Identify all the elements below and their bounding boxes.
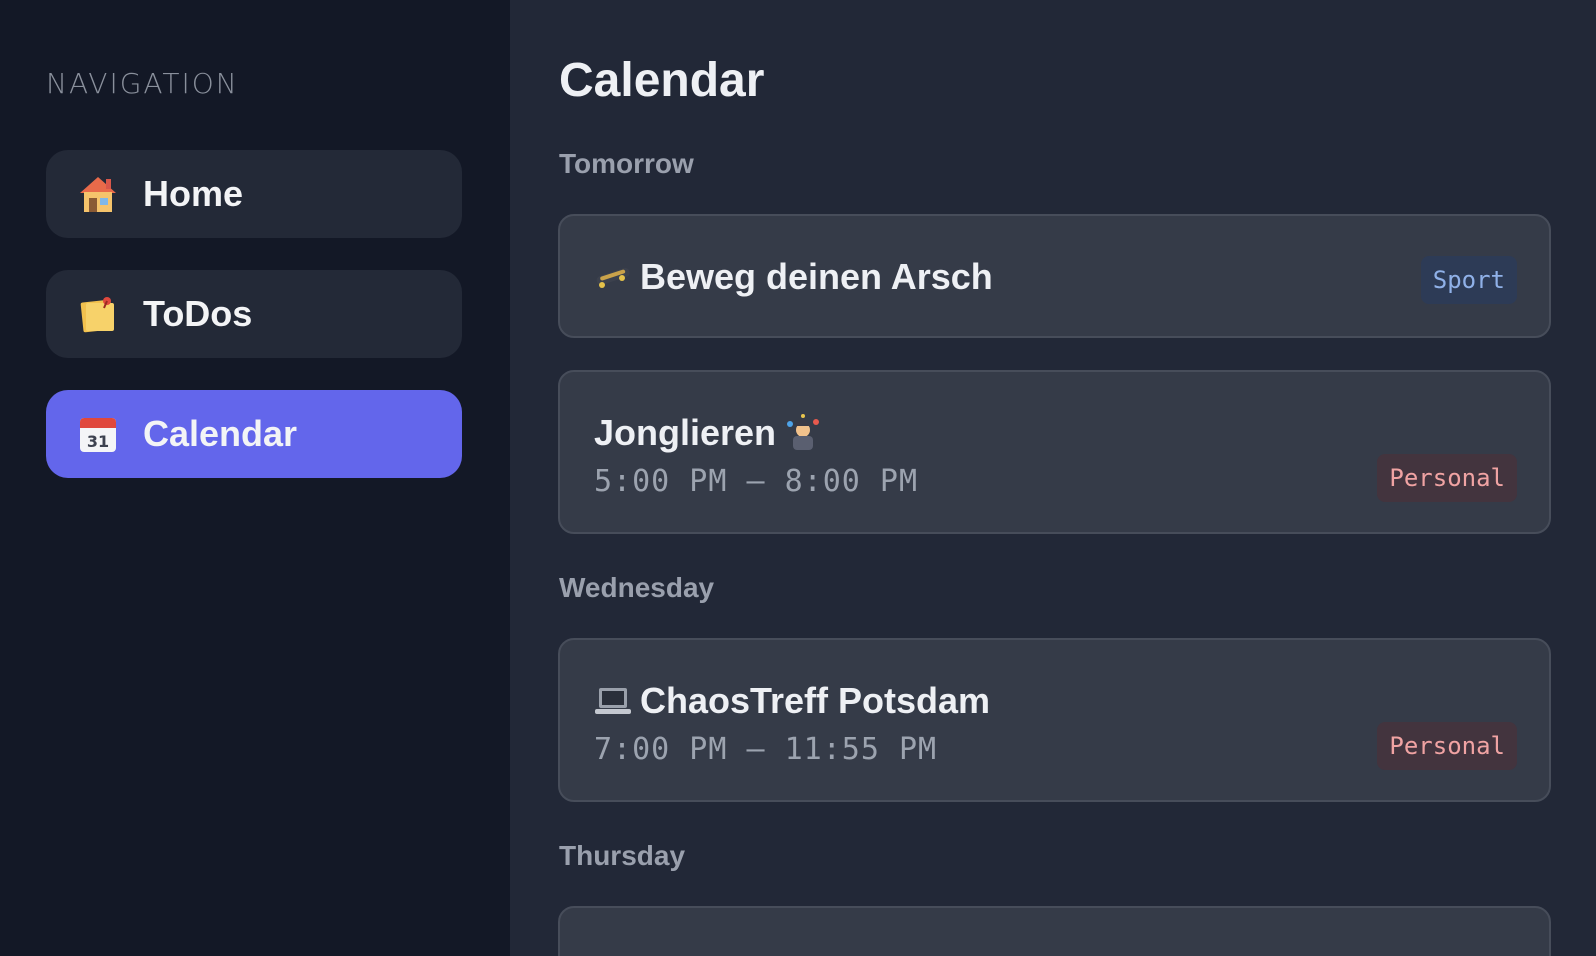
main-content: Calendar Tomorrow Beweg deinen Arsch Spo…	[510, 0, 1596, 956]
calendar-icon: 31	[80, 418, 116, 452]
event-time: 5:00 PM – 8:00 PM	[594, 464, 919, 499]
event-title-row: Jonglieren	[594, 412, 830, 454]
house-icon	[80, 177, 116, 212]
event-card[interactable]: Beweg deinen Arsch Sport	[558, 214, 1551, 338]
juggler-icon	[787, 414, 820, 450]
nav-item-todos[interactable]: ToDos	[46, 270, 462, 358]
skateboard-icon	[596, 267, 630, 288]
memo-icon	[80, 297, 114, 333]
category-tag: Sport	[1420, 256, 1517, 304]
day-label: Thursday	[559, 840, 686, 871]
nav-heading: NAVIGATION	[46, 67, 239, 100]
event-title-row: ChaosTreff Potsdam	[594, 680, 990, 722]
category-tag: Personal	[1377, 722, 1517, 770]
event-title: Beweg deinen Arsch	[640, 256, 993, 297]
event-title-row: Beweg deinen Arsch	[594, 256, 993, 298]
nav-item-calendar[interactable]: 31 Calendar	[46, 390, 462, 478]
day-label: Tomorrow	[559, 148, 694, 179]
category-tag: Personal	[1377, 454, 1517, 502]
event-card[interactable]: ChaosTreff Potsdam 7:00 PM – 11:55 PM Pe…	[558, 638, 1551, 802]
event-card[interactable]: Jonglieren 5:00 PM – 8:00 PM Personal	[558, 370, 1551, 534]
nav-item-label: Home	[143, 173, 244, 214]
event-title: Jonglieren	[594, 412, 777, 453]
event-time: 7:00 PM – 11:55 PM	[594, 732, 938, 767]
nav-item-label: Calendar	[143, 413, 298, 454]
event-title: ChaosTreff Potsdam	[640, 680, 991, 721]
day-label: Wednesday	[559, 572, 715, 603]
nav-item-label: ToDos	[143, 293, 253, 334]
event-card[interactable]	[558, 906, 1551, 956]
svg-text:31: 31	[87, 432, 109, 451]
nav-item-home[interactable]: Home	[46, 150, 462, 238]
sidebar: NAVIGATION Home ToDos 31 Calendar	[0, 0, 510, 956]
page-title: Calendar	[559, 54, 765, 107]
laptop-icon	[595, 688, 631, 714]
